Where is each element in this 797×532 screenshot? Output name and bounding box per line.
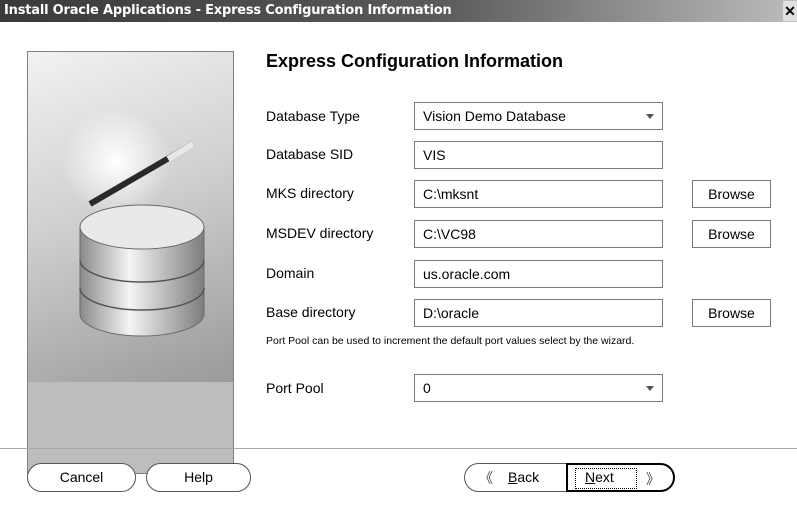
- cancel-button[interactable]: Cancel: [27, 463, 136, 492]
- title-bar: Install Oracle Applications - Express Co…: [0, 0, 797, 22]
- back-button[interactable]: 《 Back: [464, 463, 566, 492]
- mks-browse-button[interactable]: Browse: [692, 180, 771, 208]
- base-browse-button[interactable]: Browse: [692, 299, 771, 327]
- next-label: Next: [585, 469, 614, 485]
- database-illustration: [28, 52, 233, 382]
- port-pool-label: Port Pool: [266, 380, 324, 396]
- back-label: Back: [508, 469, 540, 485]
- window-title: Install Oracle Applications - Express Co…: [4, 3, 452, 18]
- footer-separator: [0, 448, 797, 449]
- port-pool-hint: Port Pool can be used to increment the d…: [266, 335, 635, 347]
- side-illustration-panel: [27, 51, 234, 474]
- base-directory-label: Base directory: [266, 304, 356, 320]
- next-button[interactable]: Next 》: [566, 463, 675, 492]
- installer-window: Express Configuration Information Databa…: [0, 22, 797, 532]
- dropdown-arrow-icon: [646, 386, 654, 391]
- database-type-value: Vision Demo Database: [423, 108, 566, 124]
- chevron-double-left-icon: 《: [479, 470, 493, 486]
- database-cylinder-icon: [61, 107, 205, 337]
- base-directory-field[interactable]: D:\oracle: [414, 299, 663, 327]
- database-type-select[interactable]: Vision Demo Database: [414, 102, 663, 130]
- mks-directory-field[interactable]: C:\mksnt: [414, 180, 663, 208]
- dropdown-arrow-icon: [646, 114, 654, 119]
- port-pool-value: 0: [423, 380, 431, 396]
- domain-field[interactable]: us.oracle.com: [414, 260, 663, 288]
- page-title: Express Configuration Information: [266, 51, 564, 71]
- port-pool-select[interactable]: 0: [414, 374, 663, 402]
- domain-label: Domain: [266, 265, 315, 281]
- msdev-browse-button[interactable]: Browse: [692, 220, 771, 248]
- chevron-double-right-icon: 》: [646, 471, 660, 487]
- mks-directory-label: MKS directory: [266, 185, 354, 201]
- msdev-directory-field[interactable]: C:\VC98: [414, 220, 663, 248]
- help-button[interactable]: Help: [146, 463, 251, 492]
- msdev-directory-label: MSDEV directory: [266, 225, 374, 241]
- database-sid-field[interactable]: VIS: [414, 141, 663, 169]
- database-sid-label: Database SID: [266, 146, 354, 162]
- close-icon[interactable]: ✕: [783, 1, 797, 21]
- database-type-label: Database Type: [266, 108, 360, 124]
